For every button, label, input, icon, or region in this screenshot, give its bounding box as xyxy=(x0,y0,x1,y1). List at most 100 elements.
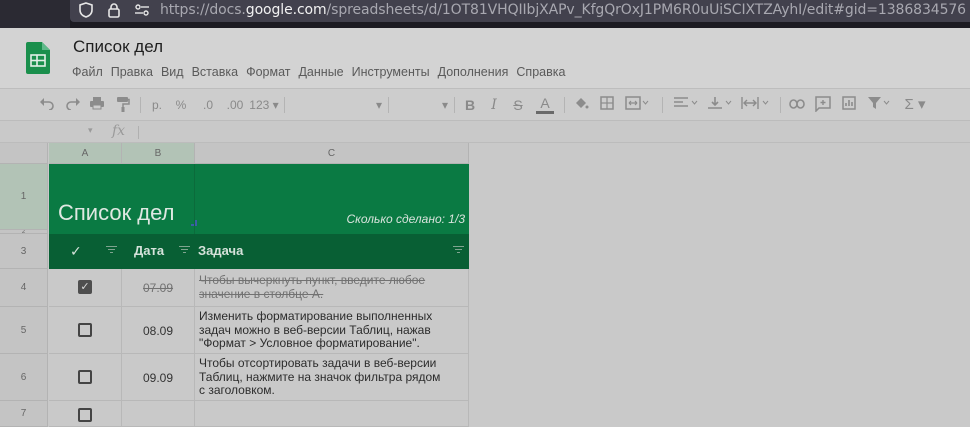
url-text[interactable]: https://docs.google.com/spreadsheets/d/1… xyxy=(160,1,966,19)
menu-data[interactable]: Данные xyxy=(298,64,343,80)
document-title[interactable]: Список дел xyxy=(73,37,163,57)
select-all-corner[interactable] xyxy=(0,143,48,164)
task-checkbox[interactable] xyxy=(78,408,92,422)
insert-chart-icon[interactable] xyxy=(840,96,858,114)
cell-c4[interactable]: Чтобы вычеркнуть пункт, введите любое зн… xyxy=(195,269,469,307)
spreadsheet-grid[interactable]: A B C 1 2 3 4 5 6 7 Список дел Сколько с… xyxy=(0,143,970,427)
shield-icon[interactable] xyxy=(78,2,94,18)
formula-bar: ▾ fx xyxy=(0,120,970,143)
task-checkbox[interactable]: ✓ xyxy=(78,280,92,294)
horizontal-align-icon[interactable] xyxy=(672,96,700,114)
row-header-7[interactable]: 7 xyxy=(0,401,48,427)
currency-format-button[interactable]: р. xyxy=(149,96,165,114)
decrease-decimal-button[interactable]: .0 xyxy=(197,96,219,114)
row-header-5[interactable]: 5 xyxy=(0,307,48,354)
toolbar: р. % .0 .00 123 ▾ ▾ ▾ B I S A Σ ▾ xyxy=(0,88,970,120)
paint-format-icon[interactable] xyxy=(114,96,132,114)
task-date: 09.09 xyxy=(143,371,174,385)
task-text: Чтобы отсортировать задачи в веб-версии … xyxy=(199,356,441,397)
menu-tools[interactable]: Инструменты xyxy=(352,64,430,80)
redo-icon[interactable] xyxy=(64,96,82,114)
cell-c7[interactable] xyxy=(195,401,469,427)
cell-a5[interactable] xyxy=(49,307,122,354)
cell-a4[interactable]: ✓ xyxy=(49,269,122,307)
column-header-c[interactable]: C xyxy=(195,143,469,164)
cell-a7[interactable] xyxy=(49,401,122,427)
fx-icon: fx xyxy=(112,123,126,139)
italic-button[interactable]: I xyxy=(486,96,502,114)
print-icon[interactable] xyxy=(88,96,106,114)
toolbar-separator xyxy=(662,97,663,113)
column-header-a[interactable]: A xyxy=(49,143,122,164)
font-dropdown[interactable]: ▾ xyxy=(292,96,382,114)
menu-addons[interactable]: Дополнения xyxy=(438,64,509,80)
toolbar-separator xyxy=(780,97,781,113)
app-header: Список дел Файл Правка Вид Вставка Форма… xyxy=(0,28,970,88)
toolbar-separator xyxy=(564,97,565,113)
cell-b7[interactable] xyxy=(122,401,195,427)
strikethrough-button[interactable]: S xyxy=(510,96,526,114)
insert-comment-icon[interactable] xyxy=(814,96,832,114)
text-wrapping-icon[interactable] xyxy=(740,96,772,114)
browser-toolbar-left xyxy=(0,0,70,28)
permissions-icon[interactable] xyxy=(134,2,150,18)
insert-link-icon[interactable] xyxy=(788,96,806,114)
name-box-dropdown-icon[interactable]: ▾ xyxy=(88,125,93,136)
increase-decimal-button[interactable]: .00 xyxy=(223,96,247,114)
column-header-b[interactable]: B xyxy=(122,143,195,164)
task-text: Изменить форматирование выполненных зада… xyxy=(199,309,433,350)
menu-edit[interactable]: Правка xyxy=(111,64,153,80)
cell-c5[interactable]: Изменить форматирование выполненных зада… xyxy=(195,307,469,354)
toolbar-separator xyxy=(454,97,455,113)
task-checkbox[interactable] xyxy=(78,323,92,337)
header-row[interactable]: ✓ Дата Задача xyxy=(49,234,469,269)
vertical-align-icon[interactable] xyxy=(706,96,734,114)
menu-insert[interactable]: Вставка xyxy=(192,64,238,80)
row-header-6[interactable]: 6 xyxy=(0,354,48,401)
formula-separator xyxy=(138,126,139,139)
filter-button-icon[interactable] xyxy=(106,246,117,254)
browser-toolbar: https://docs.google.com/spreadsheets/d/1… xyxy=(0,0,970,28)
task-date: 07.09 xyxy=(143,281,174,295)
address-bar[interactable]: https://docs.google.com/spreadsheets/d/1… xyxy=(70,0,970,22)
bold-button[interactable]: B xyxy=(462,96,478,114)
header-check: ✓ xyxy=(70,243,82,259)
filter-button-icon[interactable] xyxy=(179,246,190,254)
task-date: 08.09 xyxy=(143,324,174,338)
cell-b5[interactable]: 08.09 xyxy=(122,307,195,354)
text-color-button[interactable]: A xyxy=(536,96,554,114)
lock-icon[interactable] xyxy=(106,2,122,18)
undo-icon[interactable] xyxy=(38,96,56,114)
number-format-dropdown[interactable]: 123 ▾ xyxy=(249,96,279,114)
cell-a6[interactable] xyxy=(49,354,122,401)
cell-b4[interactable]: 07.09 xyxy=(122,269,195,307)
sheet-title: Список дел xyxy=(58,200,175,225)
cell-b6[interactable]: 09.09 xyxy=(122,354,195,401)
toolbar-separator xyxy=(140,97,141,113)
title-band[interactable]: Список дел Сколько сделано: 1/3 xyxy=(49,164,469,234)
toolbar-separator xyxy=(388,97,389,113)
functions-button[interactable]: Σ ▾ xyxy=(902,96,928,114)
header-date: Дата xyxy=(134,243,165,258)
task-text: Чтобы вычеркнуть пункт, введите любое зн… xyxy=(199,273,426,301)
cell-c6[interactable]: Чтобы отсортировать задачи в веб-версии … xyxy=(195,354,469,401)
menu-file[interactable]: Файл xyxy=(72,64,103,80)
toolbar-separator xyxy=(284,97,285,113)
fill-color-icon[interactable] xyxy=(572,96,590,114)
percent-format-button[interactable]: % xyxy=(173,96,189,114)
menu-help[interactable]: Справка xyxy=(516,64,565,80)
filter-icon[interactable] xyxy=(866,96,892,114)
font-size-dropdown[interactable]: ▾ xyxy=(396,96,448,114)
filter-button-icon[interactable] xyxy=(453,246,464,254)
menu-view[interactable]: Вид xyxy=(161,64,184,80)
task-checkbox[interactable] xyxy=(78,370,92,384)
menu-format[interactable]: Формат xyxy=(246,64,290,80)
header-task: Задача xyxy=(198,243,244,258)
menu-bar: Файл Правка Вид Вставка Формат Данные Ин… xyxy=(72,64,573,80)
merge-cells-icon[interactable] xyxy=(624,96,650,114)
borders-icon[interactable] xyxy=(598,96,616,114)
row-header-1[interactable]: 1 xyxy=(0,164,48,230)
sheets-logo-icon[interactable] xyxy=(26,42,50,74)
row-header-3[interactable]: 3 xyxy=(0,234,48,269)
row-header-4[interactable]: 4 xyxy=(0,269,48,307)
